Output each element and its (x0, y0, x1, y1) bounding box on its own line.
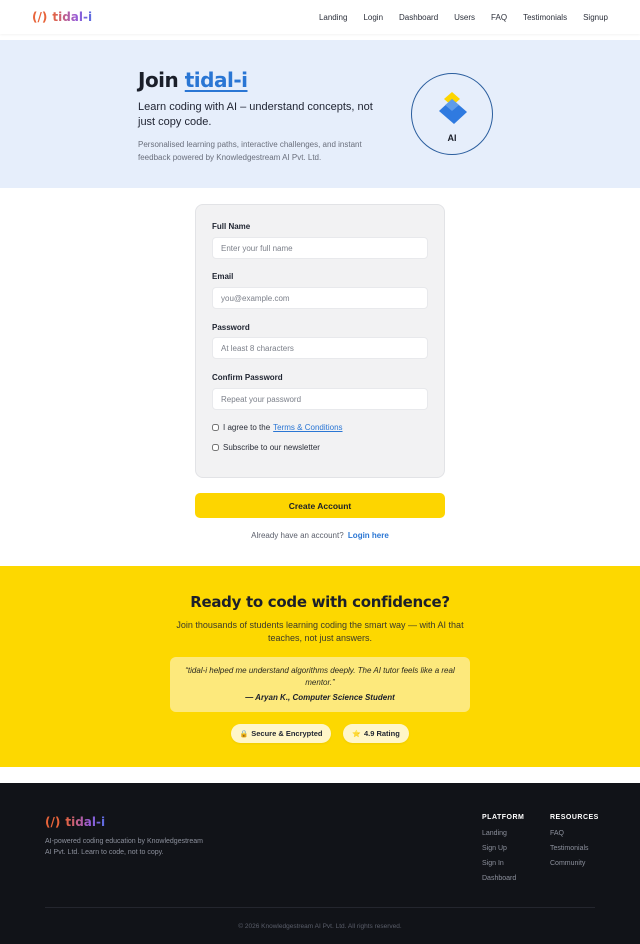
rating-badge-label: 4.9 Rating (363, 729, 400, 738)
hero-title-brand: tidal-i (184, 68, 248, 92)
signup-form: Full Name Email Password Confirm Passwor… (195, 204, 445, 478)
cta-subtitle: Join thousands of students learning codi… (176, 620, 464, 643)
hero-subtitle: Learn coding with AI – understand concep… (138, 101, 373, 128)
nav-link-faq[interactable]: FAQ (491, 13, 507, 22)
newsletter-checkbox[interactable] (212, 444, 219, 451)
password-label: Password (212, 323, 250, 332)
footer-link-signup[interactable]: Sign Up (482, 845, 524, 852)
footer-resources-column: RESOURCES FAQ Testimonials Community (550, 814, 599, 875)
layers-icon (439, 92, 467, 124)
footer-link-landing[interactable]: Landing (482, 830, 524, 837)
email-input[interactable] (212, 287, 428, 309)
terms-text: I agree to the (223, 423, 271, 432)
hero-title-prefix: Join (138, 68, 179, 92)
rating-badge: ⭐ 4.9 Rating (343, 724, 409, 743)
ai-badge-label: AI (447, 133, 457, 143)
brand-logo[interactable]: (/) tidal-i (32, 10, 92, 24)
nav-links: Landing Login Dashboard Users FAQ Testim… (319, 13, 608, 22)
password-input[interactable] (212, 337, 428, 359)
hero-title: Join tidal-i (138, 68, 248, 92)
footer-resources-title: RESOURCES (550, 814, 599, 821)
quote-text: “tidal-i helped me understand algorithms… (185, 666, 455, 687)
footer-copyright: © 2026 Knowledgestream AI Pvt. Ltd. All … (238, 923, 402, 930)
footer-brand-name: tidal-i (65, 815, 106, 829)
lock-icon: 🔒 (239, 730, 249, 738)
terms-row: I agree to the Terms & Conditions (212, 423, 343, 432)
email-label: Email (212, 272, 234, 281)
nav-link-dashboard[interactable]: Dashboard (399, 13, 438, 22)
footer-divider (45, 907, 595, 908)
hero-description: Personalised learning paths, interactive… (138, 140, 362, 162)
footer-logo[interactable]: (/) tidal-i (45, 815, 105, 829)
full-name-input[interactable] (212, 237, 428, 259)
cta-section: Ready to code with confidence? Join thou… (0, 566, 640, 767)
create-account-button[interactable]: Create Account (195, 493, 445, 518)
top-nav: (/) tidal-i Landing Login Dashboard User… (0, 0, 640, 34)
footer-platform-column: PLATFORM Landing Sign Up Sign In Dashboa… (482, 814, 524, 890)
secure-badge-label: Secure & Encrypted (251, 729, 323, 738)
code-icon: (/) (45, 815, 61, 829)
confirm-password-input[interactable] (212, 388, 428, 410)
terms-checkbox[interactable] (212, 424, 219, 431)
footer-link-dashboard[interactable]: Dashboard (482, 875, 524, 882)
ai-badge: AI (411, 73, 493, 155)
nav-link-testimonials[interactable]: Testimonials (523, 13, 567, 22)
footer-link-community[interactable]: Community (550, 860, 599, 867)
newsletter-text: Subscribe to our newsletter (223, 443, 320, 452)
footer-link-testimonials[interactable]: Testimonials (550, 845, 599, 852)
nav-link-login[interactable]: Login (363, 13, 383, 22)
nav-link-landing[interactable]: Landing (319, 13, 347, 22)
login-link[interactable]: Login here (348, 531, 389, 540)
testimonial-quote: “tidal-i helped me understand algorithms… (170, 657, 470, 712)
nav-link-signup[interactable]: Signup (583, 13, 608, 22)
full-name-label: Full Name (212, 222, 251, 231)
login-prompt: Already have an account? Login here (0, 531, 640, 540)
quote-author: — Aryan K., Computer Science Student (245, 693, 395, 702)
login-prompt-text: Already have an account? (251, 531, 344, 540)
confirm-password-label: Confirm Password (212, 373, 283, 382)
secure-badge: 🔒 Secure & Encrypted (231, 724, 331, 743)
footer-description: AI-powered coding education by Knowledge… (45, 838, 203, 856)
footer-link-signin[interactable]: Sign In (482, 860, 524, 867)
footer-platform-title: PLATFORM (482, 814, 525, 821)
footer: (/) tidal-i AI-powered coding education … (0, 783, 640, 944)
star-icon: ⭐ (352, 730, 361, 738)
nav-link-users[interactable]: Users (454, 13, 475, 22)
brand-name: tidal-i (52, 10, 93, 24)
newsletter-row: Subscribe to our newsletter (212, 443, 320, 452)
terms-link[interactable]: Terms & Conditions (273, 423, 342, 432)
cta-title: Ready to code with confidence? (190, 593, 450, 611)
code-icon: (/) (32, 10, 48, 24)
footer-link-faq[interactable]: FAQ (550, 830, 599, 837)
